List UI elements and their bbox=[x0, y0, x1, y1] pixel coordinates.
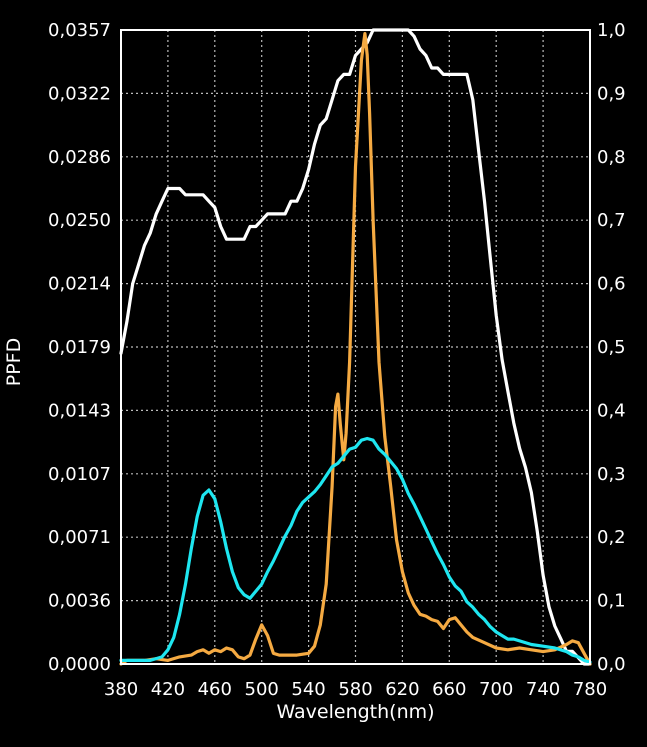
y-left-tick-label: 0,0357 bbox=[48, 20, 111, 41]
y-left-tick-label: 0,0322 bbox=[48, 83, 111, 104]
x-tick-label: 500 bbox=[245, 679, 279, 700]
x-tick-label: 660 bbox=[432, 679, 466, 700]
y-right-tick-label: 1,0 bbox=[597, 20, 626, 41]
x-tick-label: 700 bbox=[479, 679, 513, 700]
y-right-tick-label: 0,7 bbox=[597, 210, 626, 231]
y-left-tick-label: 0,0000 bbox=[48, 654, 111, 675]
spectrum-chart: 380 420 460 500 540 580 620 660 700 740 780 0,0000 0… bbox=[0, 0, 647, 747]
y-left-tick-label: 0,0286 bbox=[48, 147, 111, 168]
x-tick-label: 380 bbox=[104, 679, 138, 700]
y-left-tick-label: 0,0250 bbox=[48, 210, 111, 231]
y-right-tick-label: 0,3 bbox=[597, 464, 626, 485]
y-right-tick-label: 0,5 bbox=[597, 337, 626, 358]
y-left-tick-label: 0,0214 bbox=[48, 274, 111, 295]
y-right-tick-label: 0,1 bbox=[597, 591, 626, 612]
y-left-tick-label: 0,0071 bbox=[48, 527, 111, 548]
y-left-tick-label: 0,0179 bbox=[48, 337, 111, 358]
y-right-tick-label: 0,6 bbox=[597, 274, 626, 295]
x-tick-label: 580 bbox=[338, 679, 372, 700]
x-tick-label: 620 bbox=[385, 679, 419, 700]
y-right-tick-label: 0,4 bbox=[597, 400, 626, 421]
y-left-tick-label: 0,0143 bbox=[48, 400, 111, 421]
x-tick-label: 460 bbox=[198, 679, 232, 700]
y-right-tick-label: 0,2 bbox=[597, 527, 626, 548]
y-right-tick-label: 0,0 bbox=[597, 654, 626, 675]
x-tick-label: 740 bbox=[526, 679, 560, 700]
y-right-tick-label: 0,8 bbox=[597, 147, 626, 168]
x-axis-title: Wavelength(nm) bbox=[276, 701, 434, 723]
y-left-tick-label: 0,0036 bbox=[48, 591, 111, 612]
x-tick-label: 540 bbox=[291, 679, 325, 700]
chart-background bbox=[0, 0, 647, 747]
x-tick-label: 420 bbox=[151, 679, 185, 700]
y-right-tick-label: 0,9 bbox=[597, 83, 626, 104]
y-axis-title: PPFD bbox=[3, 338, 25, 386]
y-left-tick-label: 0,0107 bbox=[48, 464, 111, 485]
x-tick-label: 780 bbox=[573, 679, 607, 700]
